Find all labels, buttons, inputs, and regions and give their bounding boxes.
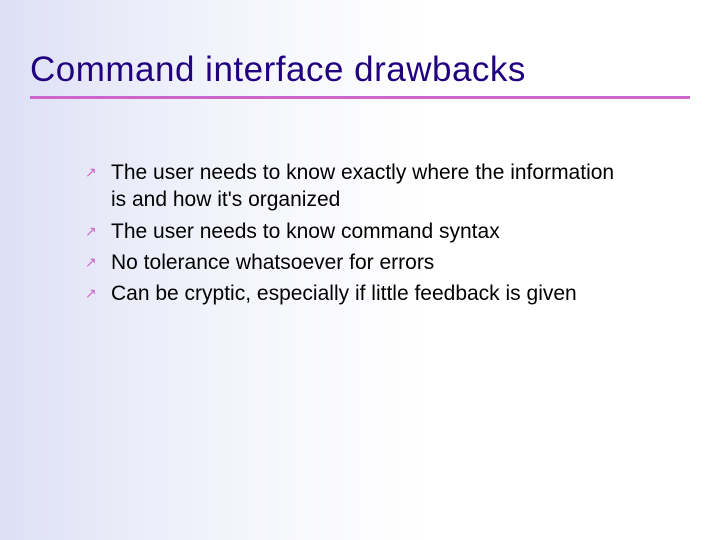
- title-underline: [30, 96, 690, 99]
- bullet-text: No tolerance whatsoever for errors: [111, 249, 434, 276]
- arrow-icon: ↗: [85, 286, 99, 300]
- arrow-icon: ↗: [85, 165, 99, 179]
- bullet-text: Can be cryptic, especially if little fee…: [111, 280, 577, 307]
- arrow-icon: ↗: [85, 224, 99, 238]
- title-area: Command interface drawbacks: [0, 0, 720, 109]
- bullet-text: The user needs to know command syntax: [111, 218, 500, 245]
- bullet-text: The user needs to know exactly where the…: [111, 159, 630, 214]
- list-item: ↗ The user needs to know exactly where t…: [85, 159, 630, 214]
- list-item: ↗ Can be cryptic, especially if little f…: [85, 280, 630, 307]
- slide-title: Command interface drawbacks: [30, 50, 690, 90]
- list-item: ↗ The user needs to know command syntax: [85, 218, 630, 245]
- arrow-icon: ↗: [85, 255, 99, 269]
- slide-content: ↗ The user needs to know exactly where t…: [0, 109, 720, 307]
- list-item: ↗ No tolerance whatsoever for errors: [85, 249, 630, 276]
- bullet-list: ↗ The user needs to know exactly where t…: [85, 159, 630, 307]
